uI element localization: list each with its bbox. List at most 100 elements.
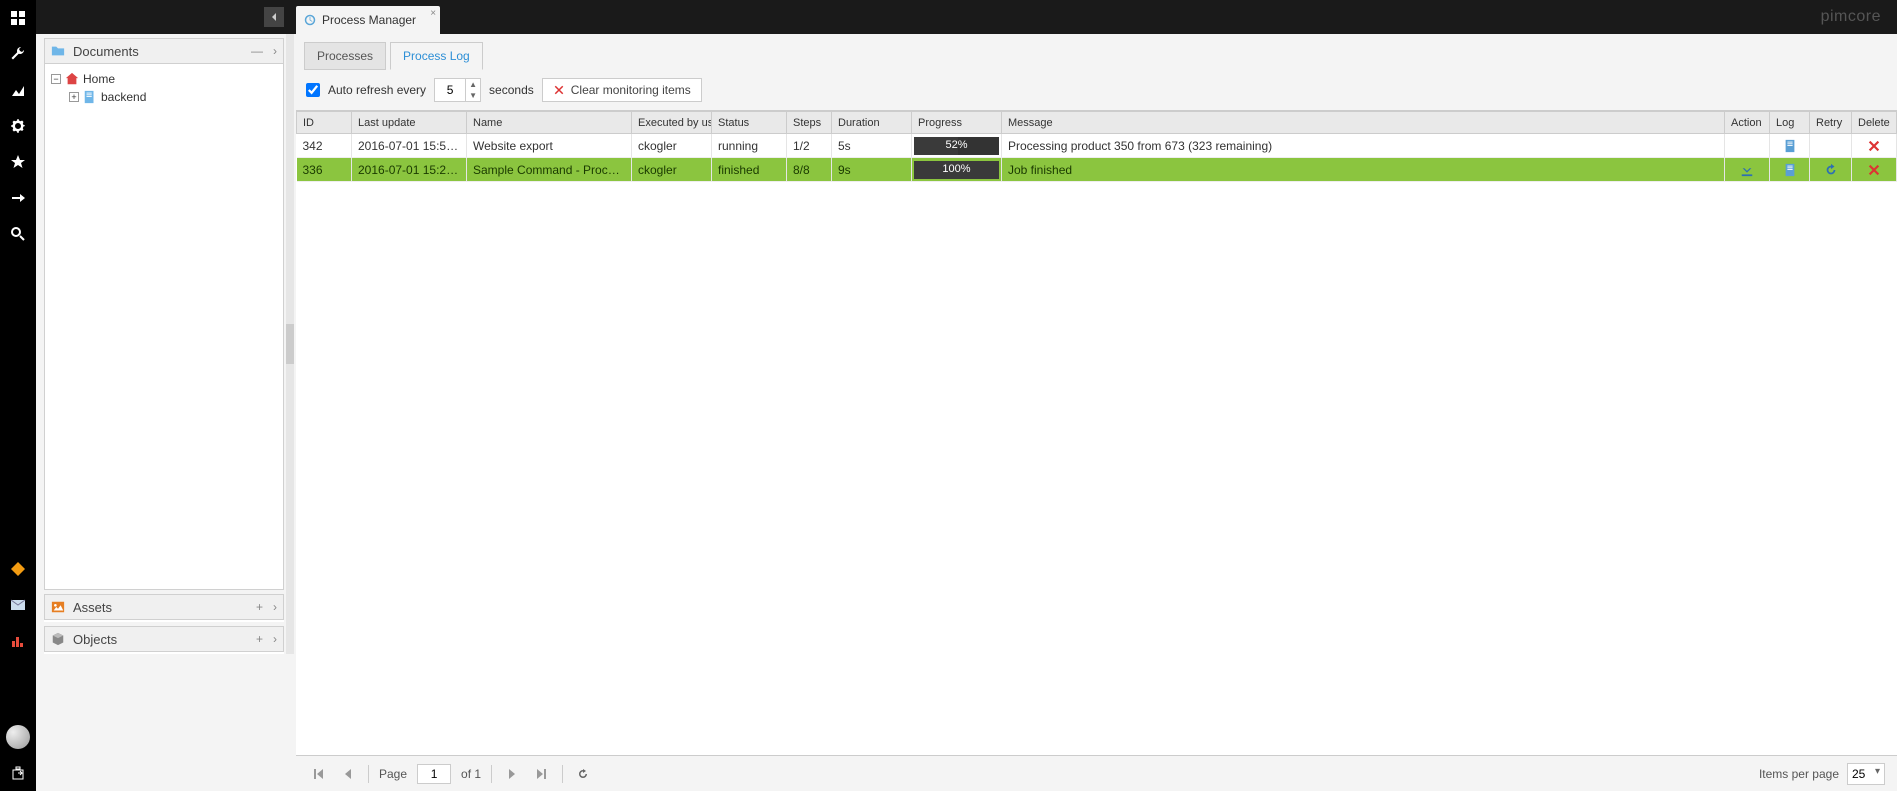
tree-node-backend[interactable]: + backend bbox=[49, 88, 279, 106]
panel-documents-header[interactable]: Documents — › bbox=[44, 38, 284, 64]
page-icon bbox=[83, 90, 97, 104]
panel-objects-header[interactable]: Objects + › bbox=[44, 626, 284, 652]
message-cell: Processing product 350 from 673 (323 rem… bbox=[1002, 134, 1725, 158]
items-per-page-select[interactable]: 25 bbox=[1847, 763, 1885, 785]
cube-icon bbox=[51, 632, 65, 646]
refresh-interval-spinner[interactable]: ▲▼ bbox=[434, 78, 481, 102]
next-page-button[interactable] bbox=[502, 764, 522, 784]
chevron-right-icon[interactable]: › bbox=[273, 632, 277, 646]
mail-icon[interactable] bbox=[0, 587, 36, 623]
clear-monitoring-button[interactable]: Clear monitoring items bbox=[542, 78, 702, 102]
logout-icon[interactable] bbox=[0, 755, 36, 791]
delete-cell[interactable] bbox=[1852, 134, 1897, 158]
star-icon[interactable] bbox=[0, 144, 36, 180]
page-input[interactable] bbox=[417, 764, 451, 784]
first-page-button[interactable] bbox=[308, 764, 328, 784]
main-area: Processes Process Log Auto refresh every… bbox=[296, 34, 1897, 791]
tree-node-home[interactable]: − Home bbox=[49, 70, 279, 88]
tab-process-log[interactable]: Process Log bbox=[390, 42, 483, 70]
prev-page-button[interactable] bbox=[338, 764, 358, 784]
subtabs: Processes Process Log bbox=[296, 34, 1897, 70]
cell: finished bbox=[712, 158, 787, 182]
user-avatar[interactable] bbox=[6, 725, 30, 749]
chevron-right-icon[interactable]: › bbox=[273, 600, 277, 614]
panel-assets: Assets + › bbox=[44, 594, 284, 622]
col-log[interactable]: Log bbox=[1770, 112, 1810, 134]
col-steps[interactable]: Steps bbox=[787, 112, 832, 134]
arrow-right-icon[interactable] bbox=[0, 180, 36, 216]
delete-cell[interactable] bbox=[1852, 158, 1897, 182]
panel-documents-title: Documents bbox=[73, 44, 139, 59]
cell: 5s bbox=[832, 134, 912, 158]
expand-toggle-icon[interactable]: + bbox=[69, 92, 79, 102]
log-cell[interactable] bbox=[1770, 158, 1810, 182]
table-row[interactable]: 3422016-07-01 15:50:07Website exportckog… bbox=[297, 134, 1897, 158]
gear-icon[interactable] bbox=[0, 108, 36, 144]
col-duration[interactable]: Duration bbox=[832, 112, 912, 134]
col-last-update[interactable]: Last update bbox=[352, 112, 467, 134]
retry-cell[interactable] bbox=[1810, 134, 1852, 158]
col-name[interactable]: Name bbox=[467, 112, 632, 134]
add-icon[interactable]: + bbox=[256, 632, 263, 646]
panel-documents: Documents — › − Home + backend bbox=[44, 38, 284, 590]
log-icon[interactable] bbox=[1783, 163, 1797, 177]
diamond-icon[interactable] bbox=[0, 551, 36, 587]
chart-icon[interactable] bbox=[0, 72, 36, 108]
add-icon[interactable]: + bbox=[256, 600, 263, 614]
wrench-icon[interactable] bbox=[0, 36, 36, 72]
cell: running bbox=[712, 134, 787, 158]
action-cell[interactable] bbox=[1725, 158, 1770, 182]
log-cell[interactable] bbox=[1770, 134, 1810, 158]
panel-assets-title: Assets bbox=[73, 600, 112, 615]
search-icon[interactable] bbox=[0, 216, 36, 252]
spinner-up-icon[interactable]: ▲ bbox=[466, 79, 480, 90]
auto-refresh-checkbox[interactable] bbox=[306, 83, 320, 97]
action-cell[interactable] bbox=[1725, 134, 1770, 158]
clear-button-label: Clear monitoring items bbox=[571, 83, 691, 97]
cell: ckogler bbox=[632, 158, 712, 182]
main-tab-process-manager[interactable]: Process Manager × bbox=[296, 6, 440, 34]
cell: 9s bbox=[832, 158, 912, 182]
refresh-button[interactable] bbox=[573, 764, 593, 784]
sidebar-collapse-button[interactable] bbox=[264, 7, 284, 27]
close-icon[interactable]: × bbox=[430, 8, 436, 19]
col-status[interactable]: Status bbox=[712, 112, 787, 134]
grid-header-row: ID Last update Name Executed by user Sta… bbox=[297, 112, 1897, 134]
col-action[interactable]: Action bbox=[1725, 112, 1770, 134]
cell: Website export bbox=[467, 134, 632, 158]
documents-tree: − Home + backend bbox=[44, 64, 284, 590]
col-delete[interactable]: Delete bbox=[1852, 112, 1897, 134]
retry-cell[interactable] bbox=[1810, 158, 1852, 182]
spinner-down-icon[interactable]: ▼ bbox=[466, 90, 480, 101]
collapse-toggle-icon[interactable]: − bbox=[51, 74, 61, 84]
log-icon[interactable] bbox=[1783, 139, 1797, 153]
delete-icon[interactable] bbox=[1867, 139, 1881, 153]
message-cell: Job finished bbox=[1002, 158, 1725, 182]
cell: 336 bbox=[297, 158, 352, 182]
x-icon bbox=[553, 84, 565, 96]
col-message[interactable]: Message bbox=[1002, 112, 1725, 134]
refresh-interval-input[interactable] bbox=[435, 83, 465, 97]
col-progress[interactable]: Progress bbox=[912, 112, 1002, 134]
dashboard-icon[interactable] bbox=[0, 0, 36, 36]
col-id[interactable]: ID bbox=[297, 112, 352, 134]
cell: 1/2 bbox=[787, 134, 832, 158]
page-label: Page bbox=[379, 767, 407, 781]
panel-assets-header[interactable]: Assets + › bbox=[44, 594, 284, 620]
last-page-button[interactable] bbox=[532, 764, 552, 784]
download-icon[interactable] bbox=[1740, 163, 1754, 177]
tab-processes[interactable]: Processes bbox=[304, 42, 386, 70]
barchart-icon[interactable] bbox=[0, 623, 36, 659]
auto-refresh-label: Auto refresh every bbox=[328, 83, 426, 97]
minimize-icon[interactable]: — bbox=[251, 44, 263, 58]
grid: ID Last update Name Executed by user Sta… bbox=[296, 110, 1897, 755]
delete-icon[interactable] bbox=[1867, 163, 1881, 177]
col-executed-by[interactable]: Executed by user bbox=[632, 112, 712, 134]
chevron-right-icon[interactable]: › bbox=[273, 44, 277, 58]
paging-bar: Page of 1 Items per page 25 bbox=[296, 755, 1897, 791]
col-retry[interactable]: Retry bbox=[1810, 112, 1852, 134]
table-row[interactable]: 3362016-07-01 15:27:15Sample Command - P… bbox=[297, 158, 1897, 182]
retry-icon[interactable] bbox=[1824, 163, 1838, 177]
splitter-handle[interactable] bbox=[286, 34, 294, 654]
cell: 2016-07-01 15:27:15 bbox=[352, 158, 467, 182]
